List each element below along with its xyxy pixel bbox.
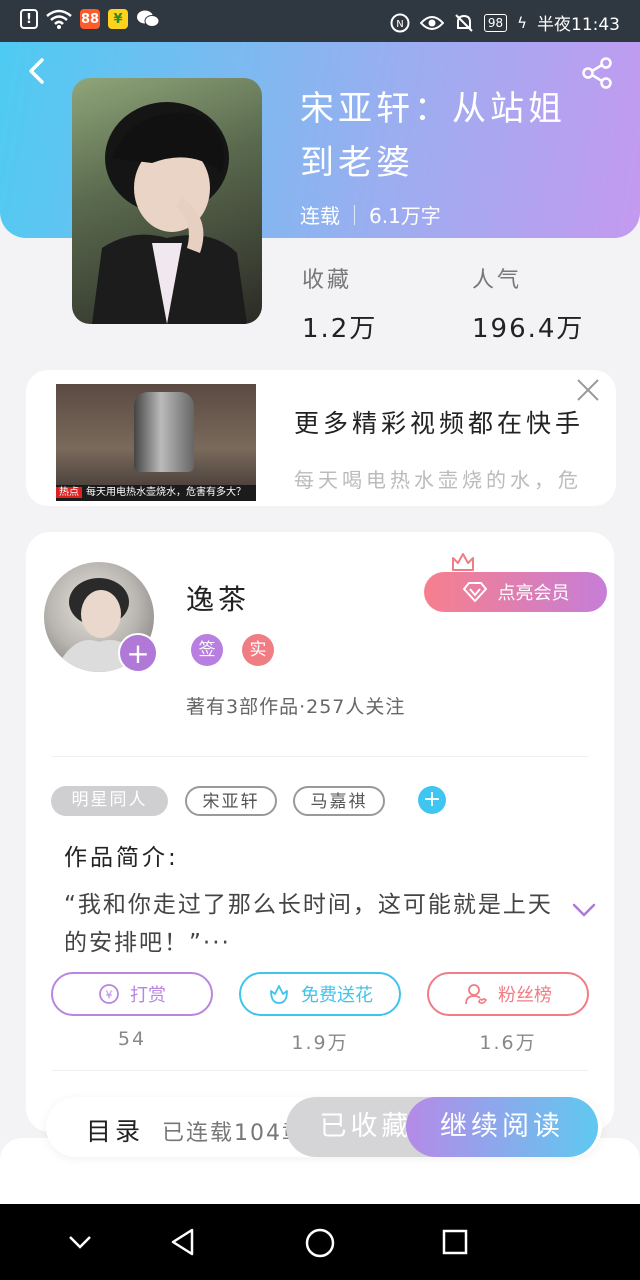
- fan-ranking-button[interactable]: 粉丝榜: [427, 972, 589, 1016]
- status-time: 半夜11:43: [537, 15, 620, 35]
- back-arrow-icon: [29, 58, 44, 84]
- crown-icon: [452, 553, 474, 571]
- charging-icon: ϟ: [517, 13, 527, 32]
- svg-text:¥: ¥: [106, 989, 113, 1002]
- stat-value-collect: 1.2万: [302, 314, 378, 344]
- close-icon: [577, 379, 599, 401]
- svg-text:N: N: [396, 19, 403, 30]
- back-button[interactable]: [22, 56, 52, 86]
- verified-badge: 实: [242, 634, 274, 666]
- kettle-image: [134, 392, 194, 472]
- nav-back-icon[interactable]: [170, 1228, 196, 1256]
- ad-close-button[interactable]: [574, 376, 602, 404]
- follow-author-button[interactable]: +: [118, 633, 158, 673]
- book-cover[interactable]: [72, 78, 262, 324]
- app-icon-yellow: ¥: [108, 9, 128, 29]
- nav-recents-icon[interactable]: [442, 1229, 468, 1255]
- tip-count: 54: [117, 1028, 147, 1050]
- serial-status: 连载: [300, 204, 340, 228]
- diamond-icon: [462, 582, 487, 602]
- ad-thumbnail-caption: 热点 每天用电热水壶烧水，危害有多大？: [56, 485, 256, 501]
- fan-count: 1.6万: [479, 1032, 537, 1054]
- ad-hot-tag: 热点: [56, 487, 82, 498]
- divider: [52, 1070, 588, 1071]
- vip-button-label: 点亮会员: [497, 583, 570, 604]
- status-left-icons: ! 88 ¥: [20, 9, 160, 29]
- tag-item[interactable]: 宋亚轩: [185, 786, 277, 816]
- chevron-down-icon[interactable]: [68, 1234, 92, 1250]
- tag-item[interactable]: 马嘉祺: [293, 786, 385, 816]
- signed-badge: 签: [191, 634, 223, 666]
- status-right-icons: N 98 ϟ 半夜11:43: [390, 10, 620, 35]
- mute-icon: [455, 13, 473, 32]
- tip-button[interactable]: ¥ 打赏: [51, 972, 213, 1016]
- stat-label-popularity: 人气: [472, 268, 523, 293]
- divider: [354, 204, 355, 225]
- system-nav-bar: [0, 1204, 640, 1280]
- expand-chevron-icon[interactable]: [572, 902, 596, 918]
- intro-heading: 作品简介:: [64, 845, 179, 871]
- stat-value-popularity: 196.4万: [472, 314, 585, 344]
- divider: [52, 756, 588, 757]
- ad-title: 更多精彩视频都在快手: [294, 409, 585, 438]
- send-flower-label: 免费送花: [301, 985, 373, 1006]
- intro-text: “我和你走过了那么长时间，这可能就是上天的安排吧！”···: [64, 892, 553, 956]
- app-icon-orange: 88: [80, 9, 100, 29]
- tip-label: 打赏: [130, 985, 166, 1006]
- send-flower-button[interactable]: 免费送花: [239, 972, 401, 1016]
- status-bar: ! 88 ¥ N 98 ϟ 半夜11:43: [0, 0, 640, 42]
- eye-icon: [419, 15, 444, 30]
- nfc-icon: N: [390, 13, 410, 32]
- continue-reading-button[interactable]: 继续阅读: [406, 1097, 598, 1157]
- cover-portrait-image: [92, 102, 247, 324]
- word-count: 6.1万字: [369, 204, 441, 228]
- ad-subtitle: 每天喝电热水壶烧的水，危: [294, 468, 582, 492]
- fan-icon: [465, 984, 488, 1005]
- author-works-info: 著有3部作品·257人关注: [186, 696, 406, 718]
- add-tag-button[interactable]: +: [418, 786, 446, 814]
- flower-icon: [270, 985, 288, 1004]
- ad-banner[interactable]: 热点 每天用电热水壶烧水，危害有多大？ 更多精彩视频都在快手 每天喝电热水壶烧的水…: [26, 370, 616, 506]
- ad-thumbnail: 热点 每天用电热水壶烧水，危害有多大？: [56, 384, 256, 501]
- coin-icon: ¥: [99, 984, 119, 1004]
- wifi-icon: [46, 9, 72, 29]
- author-name[interactable]: 逸茶: [186, 578, 250, 618]
- nav-home-icon[interactable]: [305, 1228, 335, 1258]
- toc-progress[interactable]: 已连载104章: [162, 1115, 292, 1147]
- ad-caption-text: 每天用电热水壶烧水，危害有多大？: [86, 487, 246, 498]
- book-title: 宋亚轩：从站姐到老婆: [300, 89, 566, 183]
- book-status-line: 连载 6.1万字: [300, 200, 441, 229]
- battery-icon: 98: [483, 13, 508, 32]
- toc-button[interactable]: 目录: [86, 1112, 144, 1148]
- vip-button[interactable]: 点亮会员: [424, 572, 607, 612]
- stat-label-collect: 收藏: [302, 268, 353, 293]
- wechat-icon: [137, 10, 160, 27]
- alert-icon: !: [20, 9, 38, 29]
- fan-ranking-label: 粉丝榜: [498, 985, 552, 1006]
- flower-count: 1.9万: [291, 1032, 349, 1054]
- tag-category[interactable]: 明星同人: [51, 786, 168, 816]
